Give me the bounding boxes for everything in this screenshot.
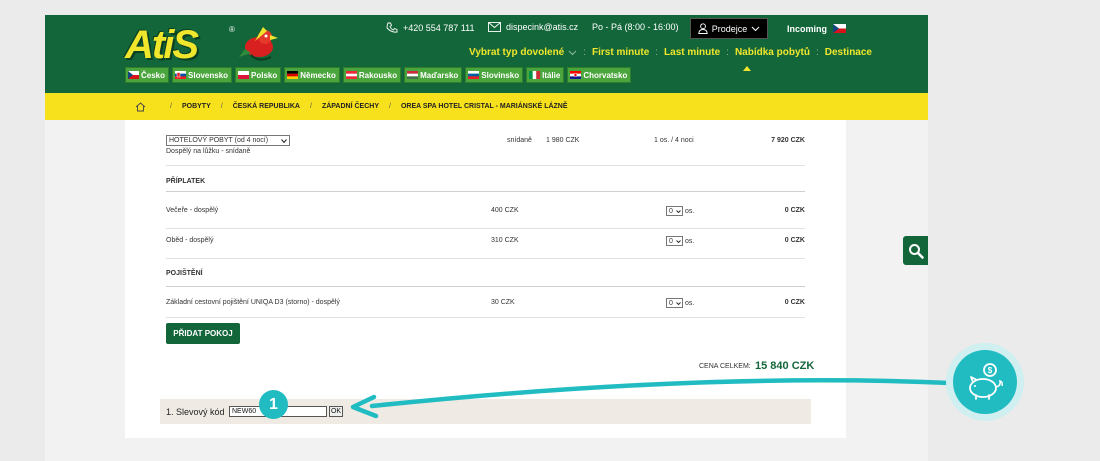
piggy-bank-icon: $ bbox=[969, 363, 1003, 400]
country-tab-slovinsko[interactable]: Slovinsko bbox=[465, 67, 524, 83]
chevron-down-icon bbox=[751, 26, 760, 31]
breadcrumb-item[interactable]: POBYTY bbox=[182, 103, 211, 110]
item-name: Oběd - dospělý bbox=[166, 237, 214, 244]
quantity-select[interactable]: 0 bbox=[666, 236, 683, 246]
chevron-down-icon bbox=[676, 301, 681, 305]
phone-icon bbox=[386, 22, 398, 33]
package-row: HOTELOVÝ POBYT (od 4 nocí) Dospělý na lů… bbox=[166, 120, 805, 166]
package-total: 7 920 CZK bbox=[771, 137, 805, 144]
country-tab-chorvatsko[interactable]: Chorvatsko bbox=[567, 67, 632, 83]
home-icon[interactable] bbox=[135, 101, 146, 112]
item-price: 30 CZK bbox=[491, 299, 515, 306]
chevron-down-icon bbox=[568, 50, 577, 55]
seller-dropdown[interactable]: Prodejce bbox=[690, 18, 768, 39]
hungarian-flag-icon bbox=[407, 71, 419, 79]
nav-stay-offers[interactable]: Nabídka pobytů bbox=[735, 47, 810, 58]
czech-flag-icon bbox=[128, 71, 139, 79]
item-total: 0 CZK bbox=[784, 207, 805, 214]
slovak-flag-icon bbox=[175, 71, 187, 79]
breadcrumb-item[interactable]: ČESKÁ REPUBLIKA bbox=[233, 103, 300, 110]
item-name: Večeře - dospělý bbox=[166, 207, 219, 214]
country-tab-slovensko[interactable]: Slovensko bbox=[172, 67, 233, 83]
unit-price: 1 980 CZK bbox=[546, 137, 580, 144]
office-hours: Po - Pá (8:00 - 16:00) bbox=[592, 22, 679, 32]
slovenian-flag-icon bbox=[468, 71, 480, 79]
board-type: snídaně bbox=[507, 137, 532, 144]
item-total: 0 CZK bbox=[784, 237, 805, 244]
atis-logo[interactable]: AtiS ® bbox=[125, 23, 285, 67]
discount-label: 1. Slevový kód bbox=[166, 407, 225, 417]
breadcrumb-current: OREA SPA HOTEL CRISTAL - MARIÁNSKÉ LÁZNĚ bbox=[400, 103, 568, 110]
country-tab-polsko[interactable]: Polsko bbox=[235, 67, 282, 83]
unit-label: os. bbox=[685, 207, 695, 215]
user-icon bbox=[698, 23, 708, 34]
persons-nights: 1 os. / 4 noci bbox=[654, 137, 694, 144]
breadcrumb-item[interactable]: ZÁPADNÍ ČECHY bbox=[322, 103, 379, 110]
nav-vacation-type[interactable]: Vybrat typ dovolené bbox=[469, 47, 564, 58]
booking-form: HOTELOVÝ POBYT (od 4 nocí) Dospělý na lů… bbox=[125, 120, 846, 438]
nav-first-minute[interactable]: First minute bbox=[592, 47, 649, 58]
country-tab-madarsko[interactable]: Maďarsko bbox=[404, 67, 463, 83]
item-name: Základní cestovní pojištění UNIQA D3 (st… bbox=[166, 299, 340, 306]
list-item: Večeře - dospělý 400 CZK 0 os. 0 CZK bbox=[166, 192, 805, 229]
total-label: CENA CELKEM: bbox=[699, 363, 751, 370]
german-flag-icon bbox=[287, 71, 299, 79]
nav-last-minute[interactable]: Last minute bbox=[664, 47, 720, 58]
quantity-select[interactable]: 0 bbox=[666, 298, 683, 308]
unit-label: os. bbox=[685, 299, 695, 307]
site-header: AtiS ® +420 554 787 111 dispecink@atis.c… bbox=[45, 15, 928, 93]
svg-text:$: $ bbox=[988, 366, 993, 375]
italian-flag-icon bbox=[529, 71, 541, 79]
email-contact[interactable]: dispecink@atis.cz bbox=[488, 22, 578, 32]
polish-flag-icon bbox=[238, 71, 250, 79]
czech-flag-icon[interactable] bbox=[833, 24, 846, 33]
item-price: 400 CZK bbox=[491, 207, 519, 214]
quantity-select[interactable]: 0 bbox=[666, 206, 683, 216]
chevron-down-icon bbox=[676, 239, 681, 243]
insurance-section: POJIŠTĚNÍ bbox=[166, 259, 805, 287]
search-tab[interactable] bbox=[903, 236, 928, 265]
mail-icon bbox=[488, 22, 501, 32]
active-nav-indicator bbox=[743, 66, 751, 71]
package-description: Dospělý na lůžku - snídaně bbox=[166, 148, 251, 155]
discount-ok-button[interactable]: OK bbox=[329, 406, 343, 417]
item-price: 310 CZK bbox=[491, 237, 519, 244]
chevron-down-icon bbox=[281, 138, 287, 143]
country-tab-italie[interactable]: Itálie bbox=[526, 67, 565, 83]
discount-code-section: 1. Slevový kód NEW60 OK bbox=[160, 399, 811, 424]
total-price: 15 840 CZK bbox=[755, 360, 815, 372]
nav-destinations[interactable]: Destinace bbox=[825, 47, 872, 58]
website: AtiS ® +420 554 787 111 dispecink@atis.c… bbox=[45, 15, 928, 461]
unit-label: os. bbox=[685, 237, 695, 245]
package-select[interactable]: HOTELOVÝ POBYT (od 4 nocí) bbox=[166, 135, 290, 146]
parrot-mascot-icon bbox=[239, 27, 278, 61]
step-number-badge: 1 bbox=[259, 390, 288, 419]
chevron-down-icon bbox=[676, 209, 681, 213]
piggy-bank-badge: $ bbox=[946, 343, 1024, 421]
add-room-button[interactable]: PŘIDAT POKOJ bbox=[166, 323, 240, 344]
country-tab-nemecko[interactable]: Německo bbox=[284, 67, 340, 83]
search-icon bbox=[908, 243, 924, 259]
list-item: Oběd - dospělý 310 CZK 0 os. 0 CZK bbox=[166, 229, 805, 259]
austrian-flag-icon bbox=[345, 71, 357, 79]
country-tabs: Česko Slovensko Polsko Německo Rakousko … bbox=[125, 67, 632, 83]
breadcrumb: / POBYTY / ČESKÁ REPUBLIKA / ZÁPADNÍ ČEC… bbox=[45, 93, 928, 120]
list-item: Základní cestovní pojištění UNIQA D3 (st… bbox=[166, 287, 805, 318]
item-total: 0 CZK bbox=[784, 299, 805, 306]
surcharge-section: PŘÍPLATEK bbox=[166, 166, 805, 192]
country-tab-rakousko[interactable]: Rakousko bbox=[342, 67, 402, 83]
croatian-flag-icon bbox=[570, 71, 582, 79]
section-title: PŘÍPLATEK bbox=[166, 178, 206, 185]
main-navigation: Vybrat typ dovolené : First minute : Las… bbox=[469, 47, 872, 58]
country-tab-cesko[interactable]: Česko bbox=[125, 67, 170, 83]
incoming-link[interactable]: Incoming bbox=[787, 24, 827, 34]
phone-contact[interactable]: +420 554 787 111 bbox=[386, 22, 475, 34]
section-title: POJIŠTĚNÍ bbox=[166, 270, 203, 277]
